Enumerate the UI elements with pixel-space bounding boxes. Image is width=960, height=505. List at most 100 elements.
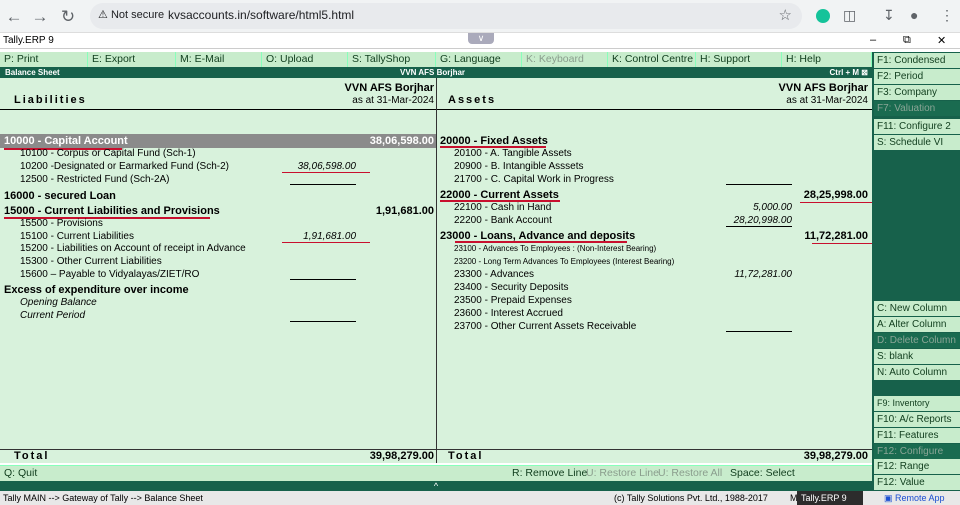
- close-icon[interactable]: ✕: [937, 34, 946, 47]
- ledger-row[interactable]: 10200 -Designated or Earmarked Fund (Sch…: [20, 161, 229, 172]
- menu-print[interactable]: P: Print: [0, 52, 88, 67]
- total-label-right: Total: [448, 450, 484, 462]
- menu-upload[interactable]: O: Upload: [262, 52, 348, 67]
- remote-app-link[interactable]: ▣ Remote App: [880, 491, 960, 505]
- select-button[interactable]: Space: Select: [730, 467, 795, 479]
- ledger-row[interactable]: 21700 - C. Capital Work in Progress: [454, 174, 614, 185]
- minimize-icon[interactable]: ‒: [870, 34, 876, 46]
- subtotal-line: [726, 226, 792, 227]
- profile-icon[interactable]: ●: [910, 7, 918, 23]
- button-panel: F1: Condensed F2: Period F3: Company F7:…: [872, 52, 960, 505]
- remove-line-button[interactable]: R: Remove Line: [512, 467, 587, 479]
- balance-sheet: Liabilities VVN AFS Borjhar as at 31-Mar…: [0, 78, 890, 463]
- menu-keyboard[interactable]: K: Keyboard: [522, 52, 608, 67]
- quit-button[interactable]: Q: Quit: [4, 467, 37, 479]
- secured-loan-row[interactable]: 16000 - secured Loan: [4, 190, 116, 202]
- ledger-row[interactable]: 15100 - Current Liabilities: [20, 231, 134, 242]
- menu-language[interactable]: G: Language: [436, 52, 522, 67]
- back-icon[interactable]: ←: [4, 7, 24, 27]
- ledger-row[interactable]: 23100 - Advances To Employees : (Non-Int…: [454, 244, 656, 253]
- value-button[interactable]: F12: Value: [874, 475, 960, 490]
- ledger-row[interactable]: 23400 - Security Deposits: [454, 282, 569, 293]
- ledger-row[interactable]: Opening Balance: [20, 297, 97, 308]
- column-divider: [436, 78, 437, 463]
- capital-account-row[interactable]: 10000 - Capital Account: [4, 135, 128, 147]
- ledger-row[interactable]: 23700 - Other Current Assets Receivable: [454, 321, 636, 332]
- ledger-row[interactable]: 12500 - Restricted Fund (Sch-2A): [20, 174, 170, 185]
- reload-icon[interactable]: ↻: [58, 7, 78, 27]
- ac-reports-button[interactable]: F10: A/c Reports: [874, 412, 960, 427]
- ledger-row[interactable]: 15500 - Provisions: [20, 218, 103, 229]
- inventory-reports-button[interactable]: F9: Inventory Reports: [874, 396, 960, 423]
- menu-support-centre[interactable]: H: Support Centre: [696, 52, 782, 80]
- condensed-button[interactable]: F1: Condensed: [874, 53, 960, 68]
- extensions-icon[interactable]: ◫: [843, 7, 856, 24]
- bookmark-star-icon[interactable]: ☆: [779, 6, 792, 24]
- red-annotation-line: [812, 243, 872, 244]
- ledger-row[interactable]: 23300 - Advances: [454, 269, 534, 280]
- menu-email[interactable]: M: E-Mail: [176, 52, 262, 67]
- ledger-row[interactable]: 22100 - Cash in Hand: [454, 202, 551, 213]
- taskbar-tally-button[interactable]: Tally.ERP 9: [797, 491, 863, 505]
- auto-column-button[interactable]: N: Auto Column: [874, 365, 960, 380]
- address-bar[interactable]: ⚠ Not secure kvsaccounts.in/software/htm…: [90, 3, 802, 29]
- scroll-up-icon[interactable]: ^: [0, 481, 872, 491]
- ledger-row[interactable]: 23200 - Long Term Advances To Employees …: [454, 257, 674, 266]
- subtotal-line: [726, 184, 792, 185]
- company-button[interactable]: F3: Company: [874, 85, 960, 100]
- total-label-left: Total: [14, 450, 50, 462]
- download-icon[interactable]: ↧: [883, 7, 895, 24]
- restore-all-button[interactable]: U: Restore All: [658, 467, 722, 479]
- menu-help[interactable]: H: Help: [782, 52, 872, 67]
- ledger-row[interactable]: 15600 – Payable to Vidyalayas/ZIET/RO: [20, 269, 199, 280]
- ledger-row[interactable]: 22200 - Bank Account: [454, 215, 552, 226]
- menu-control-centre[interactable]: K: Control Centre: [608, 52, 696, 67]
- collapse-toggle-icon[interactable]: ∨: [468, 33, 494, 44]
- url-text[interactable]: kvsaccounts.in/software/html5.html: [168, 8, 354, 22]
- ledger-row[interactable]: 10100 - Corpus or Capital Fund (Sch-1): [20, 148, 196, 159]
- breadcrumb: Tally MAIN --> Gateway of Tally --> Bala…: [3, 493, 203, 503]
- ledger-row[interactable]: 23500 - Prepaid Expenses: [454, 295, 572, 306]
- configure-disabled-button[interactable]: F12: Configure: [874, 444, 960, 459]
- app-title: Tally.ERP 9: [3, 35, 54, 46]
- total-row: Total 39,98,279.00 Total 39,98,279.00: [0, 449, 872, 463]
- delete-column-button[interactable]: D: Delete Column: [874, 333, 960, 348]
- period-button[interactable]: F2: Period: [874, 69, 960, 84]
- ledger-row[interactable]: 15200 - Liabilities on Account of receip…: [20, 243, 246, 254]
- restore-line-button[interactable]: U: Restore Line: [586, 467, 659, 479]
- grammarly-icon[interactable]: [816, 9, 830, 23]
- ledger-row[interactable]: 23600 - Interest Accrued: [454, 308, 563, 319]
- features-button[interactable]: F11: Features: [874, 428, 960, 443]
- blank-button[interactable]: S: blank: [874, 349, 960, 364]
- restore-icon[interactable]: ⧉: [903, 34, 911, 47]
- ledger-row[interactable]: 20100 - A. Tangible Assets: [454, 148, 572, 159]
- total-left-value: 39,98,279.00: [369, 450, 434, 462]
- menu-tallyshop[interactable]: S: TallyShop: [348, 52, 436, 67]
- menu-icon[interactable]: ⋮: [940, 7, 954, 24]
- ledger-row[interactable]: Current Period: [20, 310, 85, 321]
- subtotal-line: [290, 279, 356, 280]
- range-button[interactable]: F12: Range: [874, 459, 960, 474]
- red-annotation-line: [455, 241, 627, 243]
- new-column-button[interactable]: C: New Column: [874, 301, 960, 316]
- security-indicator[interactable]: ⚠ Not secure: [98, 8, 164, 21]
- forward-icon[interactable]: →: [30, 7, 50, 27]
- ledger-row[interactable]: 15300 - Other Current Liabilities: [20, 256, 162, 267]
- excess-expenditure-row[interactable]: Excess of expenditure over income: [4, 284, 189, 296]
- red-annotation-line: [282, 242, 370, 243]
- schedule-vi-button[interactable]: S: Schedule VI: [874, 135, 960, 150]
- current-liabilities-row[interactable]: 15000 - Current Liabilities and Provisio…: [4, 205, 220, 217]
- subtotal-line: [290, 184, 356, 185]
- menu-export[interactable]: E: Export: [88, 52, 176, 67]
- warning-icon: ⚠: [98, 9, 108, 21]
- ledger-row[interactable]: 20900 - B. Intangible Asssets: [454, 161, 584, 172]
- header-line: [437, 109, 872, 110]
- total-right-value: 39,98,279.00: [803, 450, 868, 462]
- alter-column-button[interactable]: A: Alter Column: [874, 317, 960, 332]
- company-name: VVN AFS Borjhar: [400, 68, 466, 77]
- red-annotation-line: [282, 172, 370, 173]
- ctrl-m-close[interactable]: Ctrl + M ⊠: [830, 68, 868, 77]
- configure-button[interactable]: F11: Configure 2: [874, 119, 960, 134]
- bottom-button-bar: Q: Quit R: Remove Line U: Restore Line U…: [0, 465, 872, 481]
- valuation-button[interactable]: F7: Valuation: [874, 101, 960, 116]
